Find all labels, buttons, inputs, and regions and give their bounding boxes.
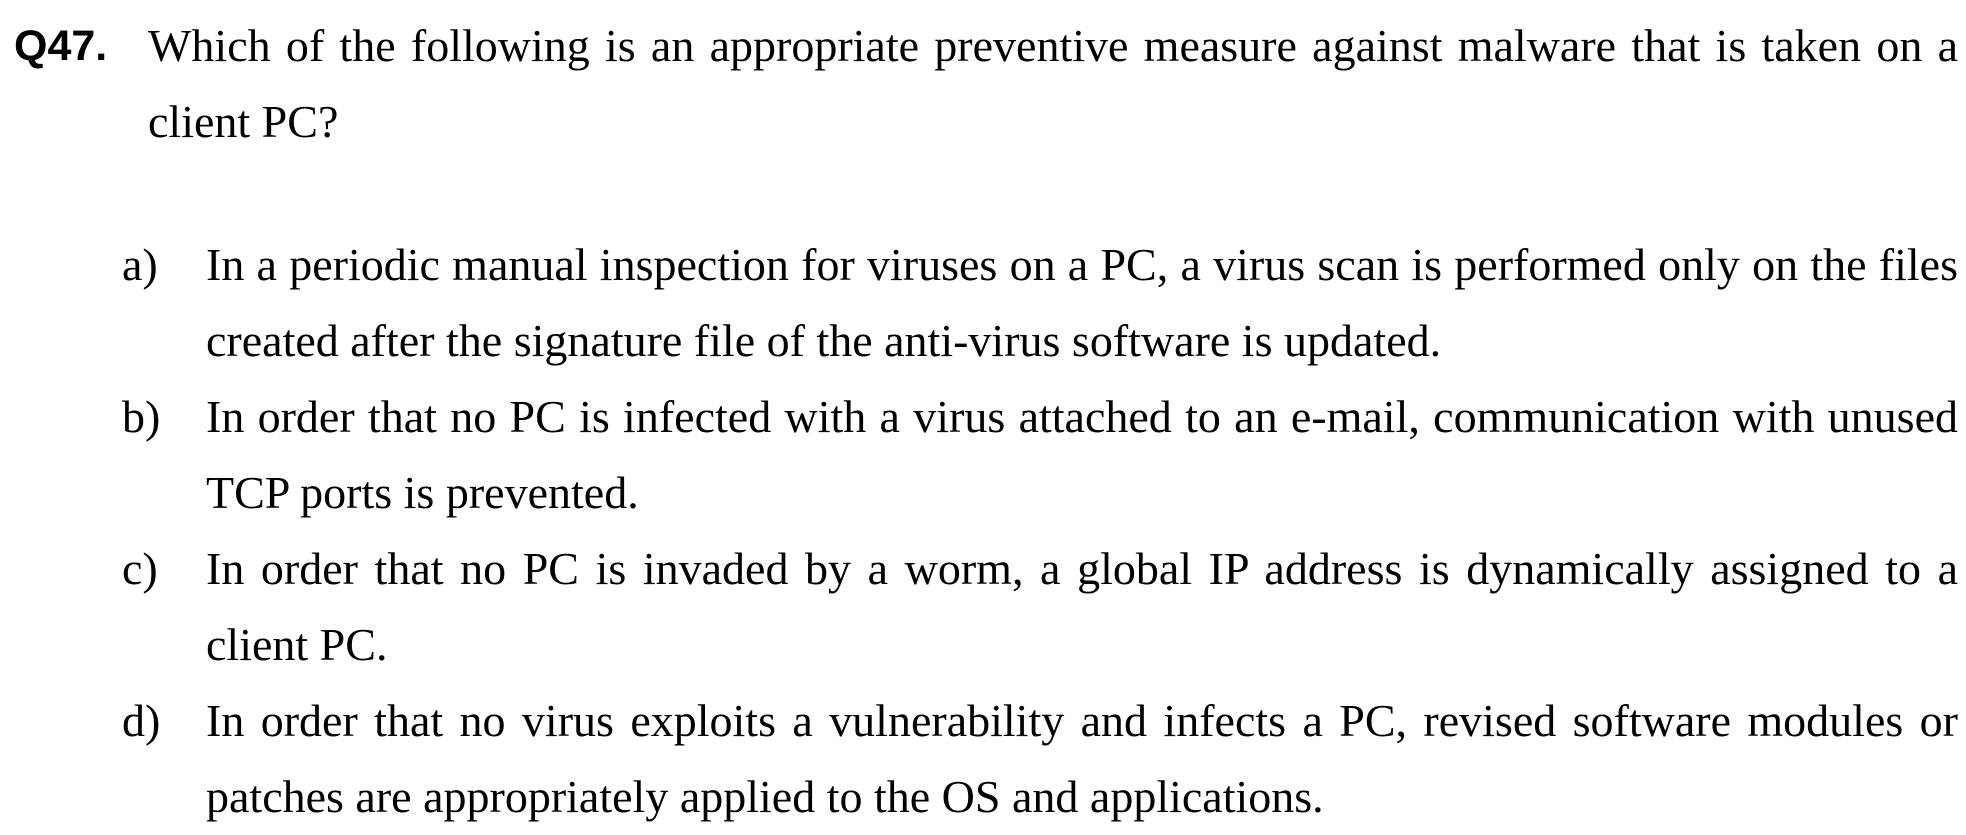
option-label: a) [122, 239, 158, 290]
question-page: Q47. Which of the following is an approp… [0, 0, 1966, 830]
option-text: In order that no PC is invaded by a worm… [206, 543, 1958, 670]
question-number: Q47. [14, 22, 108, 70]
option-a: a) In a periodic manual inspection for v… [122, 227, 1958, 379]
option-text: In a periodic manual inspection for viru… [206, 239, 1958, 366]
option-c: c) In order that no PC is invaded by a w… [122, 531, 1958, 683]
option-label: c) [122, 543, 158, 594]
option-b: b) In order that no PC is infected with … [122, 379, 1958, 531]
question-text: Which of the following is an appropriate… [148, 20, 1958, 147]
option-label: b) [122, 391, 161, 442]
option-text: In order that no PC is infected with a v… [206, 391, 1958, 518]
option-text: In order that no virus exploits a vulner… [206, 695, 1958, 822]
answer-options: a) In a periodic manual inspection for v… [122, 227, 1958, 835]
option-d: d) In order that no virus exploits a vul… [122, 683, 1958, 835]
option-label: d) [122, 695, 161, 746]
